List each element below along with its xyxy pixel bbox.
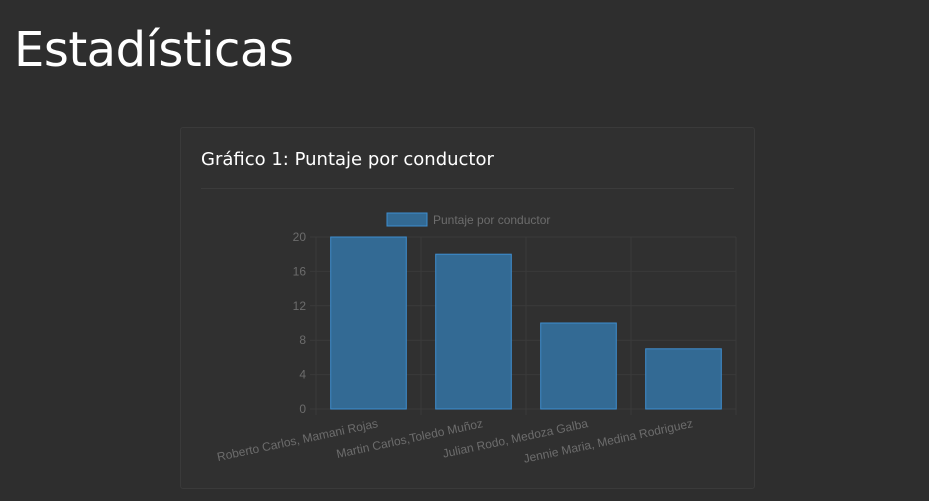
chart-card: Gráfico 1: Puntaje por conductor 0 4 8 12 16… [180,127,755,489]
y-tick-label: 16 [293,264,307,278]
bar[interactable] [645,348,722,410]
bar-chart: 0 4 8 12 16 20 Roberto Carlos, Mamani RojasMa… [216,212,737,466]
y-tick-label: 8 [299,333,306,347]
y-axis-ticks: 0 4 8 12 16 20 [293,230,307,416]
legend[interactable]: Puntaje por conductor [386,212,550,227]
bar[interactable] [540,322,617,410]
y-tick-label: 4 [299,368,306,382]
bar[interactable] [330,236,407,410]
page-title: Estadísticas [14,22,294,78]
bar[interactable] [435,253,512,410]
legend-swatch [386,212,428,227]
legend-label: Puntaje por conductor [433,213,550,227]
y-tick-label: 12 [293,299,307,313]
y-tick-label: 0 [299,402,306,416]
x-axis-ticks: Roberto Carlos, Mamani RojasMartin Carlo… [216,416,694,466]
y-tick-label: 20 [293,230,307,244]
